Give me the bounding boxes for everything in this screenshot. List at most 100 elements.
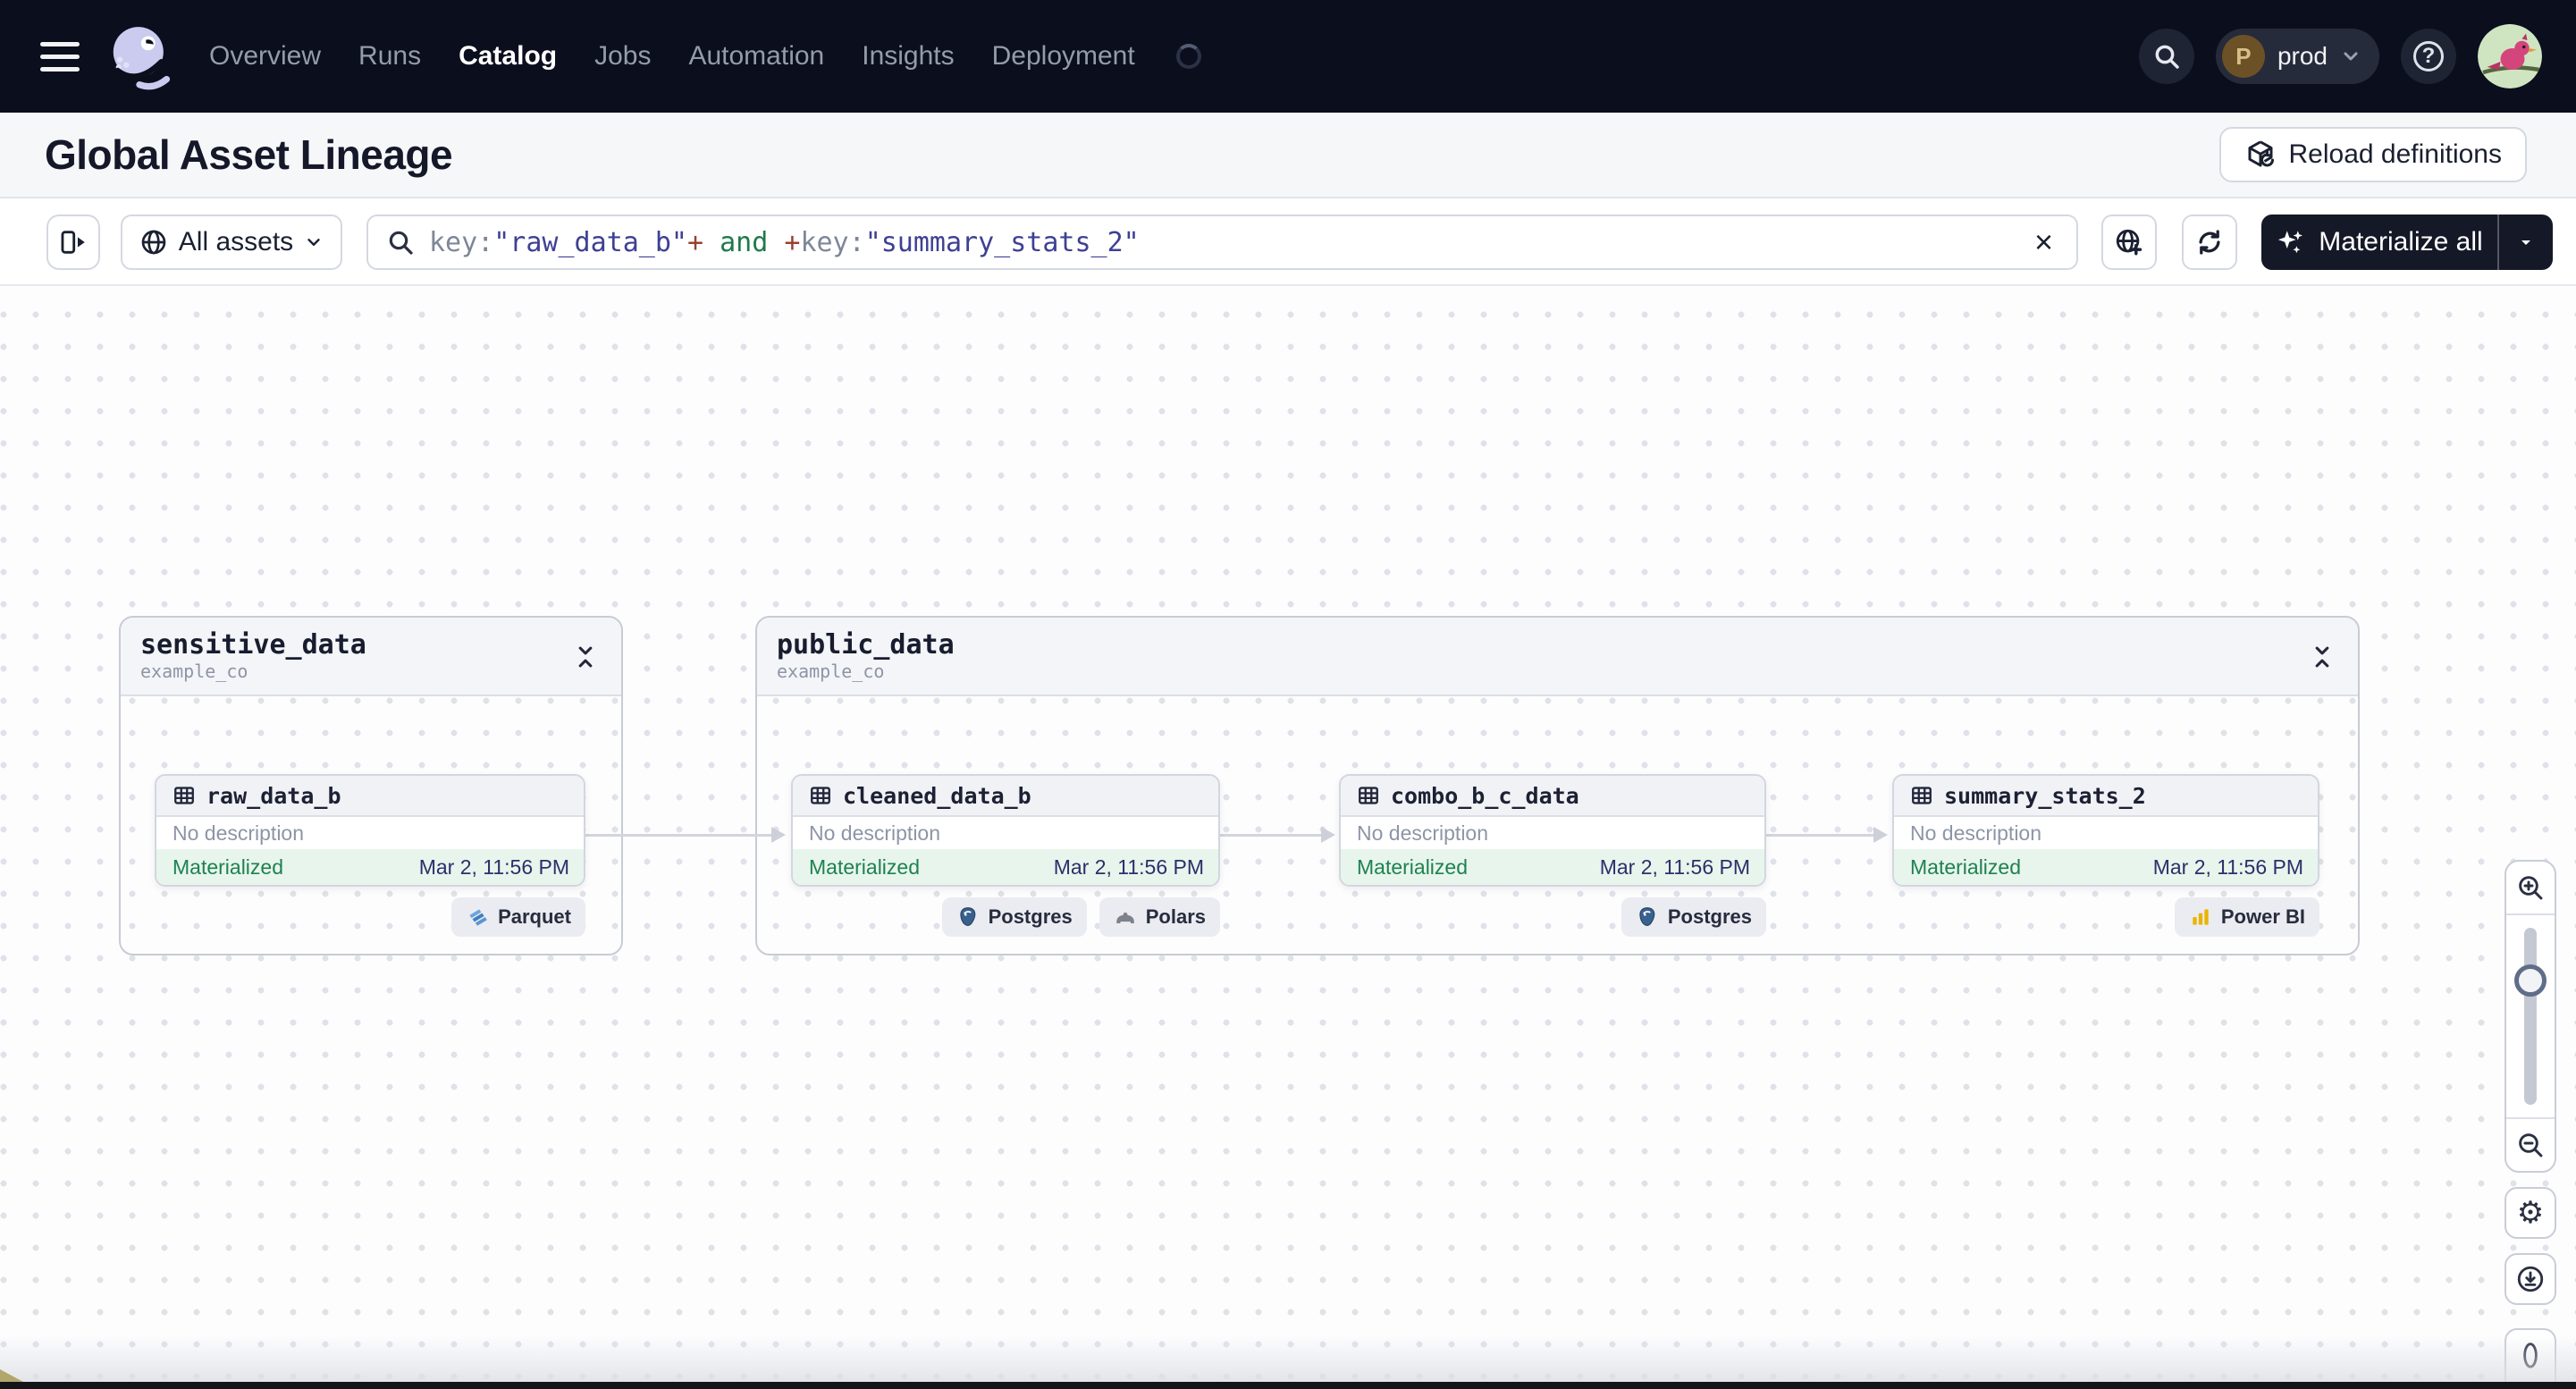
materialization-timestamp[interactable]: Mar 2, 11:56 PM bbox=[1054, 855, 1204, 880]
asset-node-header: cleaned_data_b bbox=[793, 776, 1218, 817]
kind-tag-postgres[interactable]: Postgres bbox=[1621, 897, 1766, 937]
asset-node-body: No description bbox=[793, 817, 1218, 849]
refresh-icon bbox=[2199, 230, 2220, 255]
reload-definitions-button[interactable]: Reload definitions bbox=[2218, 127, 2527, 182]
nav-item-deployment[interactable]: Deployment bbox=[992, 41, 1135, 72]
bird-avatar-icon bbox=[2478, 24, 2542, 88]
panel-expand-icon bbox=[61, 231, 85, 254]
zoom-slider-knob[interactable] bbox=[2514, 964, 2547, 997]
user-avatar[interactable] bbox=[2478, 24, 2542, 88]
menu-icon[interactable] bbox=[34, 30, 86, 82]
materialize-options-button[interactable] bbox=[2497, 215, 2553, 270]
collapse-group-button[interactable] bbox=[2306, 641, 2338, 673]
status-badge: Materialized bbox=[809, 854, 920, 879]
kind-tag-label: Polars bbox=[1145, 905, 1206, 928]
download-icon bbox=[2517, 1266, 2544, 1292]
nav-item-insights[interactable]: Insights bbox=[862, 41, 954, 72]
graph-tool-button-partial[interactable] bbox=[2504, 1328, 2556, 1389]
asset-name: summary_stats_2 bbox=[1944, 782, 2146, 809]
asset-node-body: No description bbox=[156, 817, 584, 849]
collapse-icon bbox=[578, 646, 593, 668]
materialize-all-button[interactable]: Materialize all bbox=[2261, 215, 2497, 270]
open-sidebar-button[interactable] bbox=[46, 215, 100, 270]
bottom-edge-strip bbox=[0, 1382, 2576, 1389]
octopus-logo-icon bbox=[113, 27, 171, 90]
refresh-button[interactable] bbox=[2182, 215, 2237, 270]
clear-search-icon[interactable]: × bbox=[2029, 226, 2058, 258]
kind-tag-label: Parquet bbox=[498, 905, 571, 928]
edge-combo-to-summary bbox=[1766, 827, 1888, 843]
nav-item-jobs[interactable]: Jobs bbox=[594, 41, 651, 72]
loading-spinner-icon bbox=[1175, 44, 1201, 69]
help-button[interactable]: ? bbox=[2401, 29, 2456, 84]
edge-raw-to-cleaned bbox=[585, 827, 786, 843]
asset-node-header: summary_stats_2 bbox=[1894, 776, 2318, 817]
globe-plus-icon bbox=[2116, 229, 2142, 256]
zoom-out-button[interactable] bbox=[2506, 1117, 2555, 1171]
search-button[interactable] bbox=[2138, 29, 2194, 84]
kind-tag-power-bi[interactable]: Power BI bbox=[2174, 897, 2319, 937]
kind-tag-polars[interactable]: Polars bbox=[1099, 897, 1220, 937]
group-name: public_data bbox=[777, 629, 955, 661]
dagster-logo[interactable] bbox=[102, 13, 177, 99]
lineage-toolbar: All assets key:"raw_data_b"+ and +key:"s… bbox=[0, 198, 2576, 286]
table-icon bbox=[174, 787, 194, 804]
collapse-group-button[interactable] bbox=[569, 641, 602, 673]
materialization-timestamp[interactable]: Mar 2, 11:56 PM bbox=[2153, 855, 2303, 880]
zoom-in-button[interactable] bbox=[2506, 862, 2555, 915]
nav-item-catalog[interactable]: Catalog bbox=[459, 41, 557, 72]
environment-name: prod bbox=[2277, 42, 2328, 70]
asset-scope-dropdown[interactable]: All assets bbox=[121, 215, 342, 270]
nav-item-overview[interactable]: Overview bbox=[209, 41, 321, 72]
table-icon bbox=[1912, 787, 1932, 804]
search-icon bbox=[389, 231, 413, 255]
nav-item-runs[interactable]: Runs bbox=[358, 41, 421, 72]
kind-tag-postgres[interactable]: Postgres bbox=[941, 897, 1087, 937]
group-location: example_co bbox=[777, 661, 885, 682]
graph-settings-button[interactable]: ⚙ bbox=[2504, 1187, 2556, 1239]
nav-item-automation[interactable]: Automation bbox=[688, 41, 824, 72]
asset-node-summary-stats-2[interactable]: summary_stats_2 No description Materiali… bbox=[1892, 774, 2319, 887]
nav-right-cluster: P prod ? bbox=[2138, 24, 2542, 88]
asset-name: cleaned_data_b bbox=[843, 782, 1031, 809]
zoom-in-icon bbox=[2519, 876, 2543, 900]
asset-node-combo-b-c-data[interactable]: combo_b_c_data No description Materializ… bbox=[1339, 774, 1766, 887]
group-header[interactable]: sensitive_data example_co bbox=[121, 618, 621, 696]
materialization-timestamp[interactable]: Mar 2, 11:56 PM bbox=[1600, 855, 1750, 880]
table-icon bbox=[1359, 787, 1378, 804]
globe-icon bbox=[141, 230, 166, 255]
collapse-icon bbox=[2315, 646, 2329, 668]
materialization-timestamp[interactable]: Mar 2, 11:56 PM bbox=[419, 855, 569, 880]
chevron-down-icon bbox=[2344, 52, 2358, 61]
reload-definitions-label: Reload definitions bbox=[2288, 139, 2503, 169]
zoom-out-icon bbox=[2519, 1133, 2543, 1158]
parquet-icon bbox=[469, 909, 487, 926]
zoom-slider[interactable] bbox=[2506, 915, 2555, 1117]
materialize-all-split-button: Materialize all bbox=[2261, 215, 2553, 270]
add-scope-button[interactable] bbox=[2101, 215, 2157, 270]
asset-scope-label: All assets bbox=[178, 227, 294, 257]
asset-search-input[interactable]: key:"raw_data_b"+ and +key:"summary_stat… bbox=[366, 215, 2078, 270]
search-query: key:"raw_data_b"+ and +key:"summary_stat… bbox=[429, 226, 1140, 258]
asset-node-cleaned-data-b[interactable]: cleaned_data_b No description Materializ… bbox=[791, 774, 1220, 887]
zoom-slider-track[interactable] bbox=[2524, 928, 2537, 1105]
zoom-control-panel bbox=[2504, 860, 2556, 1173]
asset-node-raw-data-b[interactable]: raw_data_b No description Materialized M… bbox=[155, 774, 585, 887]
kind-tag-label: Power BI bbox=[2220, 905, 2305, 928]
asset-node-footer: Materialized Mar 2, 11:56 PM bbox=[1341, 849, 1764, 885]
chevron-down-icon bbox=[2521, 240, 2530, 245]
kind-tag-label: Postgres bbox=[1667, 905, 1752, 928]
kind-tag-label: Postgres bbox=[988, 905, 1073, 928]
question-mark-icon: ? bbox=[2413, 41, 2444, 72]
group-header[interactable]: public_data example_co bbox=[757, 618, 2358, 696]
cursor-tool-icon bbox=[2523, 1343, 2538, 1368]
gear-icon: ⚙ bbox=[2516, 1196, 2545, 1230]
kind-tag-parquet[interactable]: Parquet bbox=[451, 897, 585, 937]
download-graph-button[interactable] bbox=[2504, 1253, 2556, 1305]
environment-switcher[interactable]: P prod bbox=[2215, 29, 2379, 84]
power-bi-icon bbox=[2193, 909, 2209, 925]
reload-cube-icon bbox=[2248, 140, 2274, 167]
chevron-down-icon bbox=[307, 239, 320, 246]
postgres-icon bbox=[959, 907, 975, 926]
lineage-graph-canvas[interactable]: sensitive_data example_co public_data ex… bbox=[0, 286, 2576, 1389]
